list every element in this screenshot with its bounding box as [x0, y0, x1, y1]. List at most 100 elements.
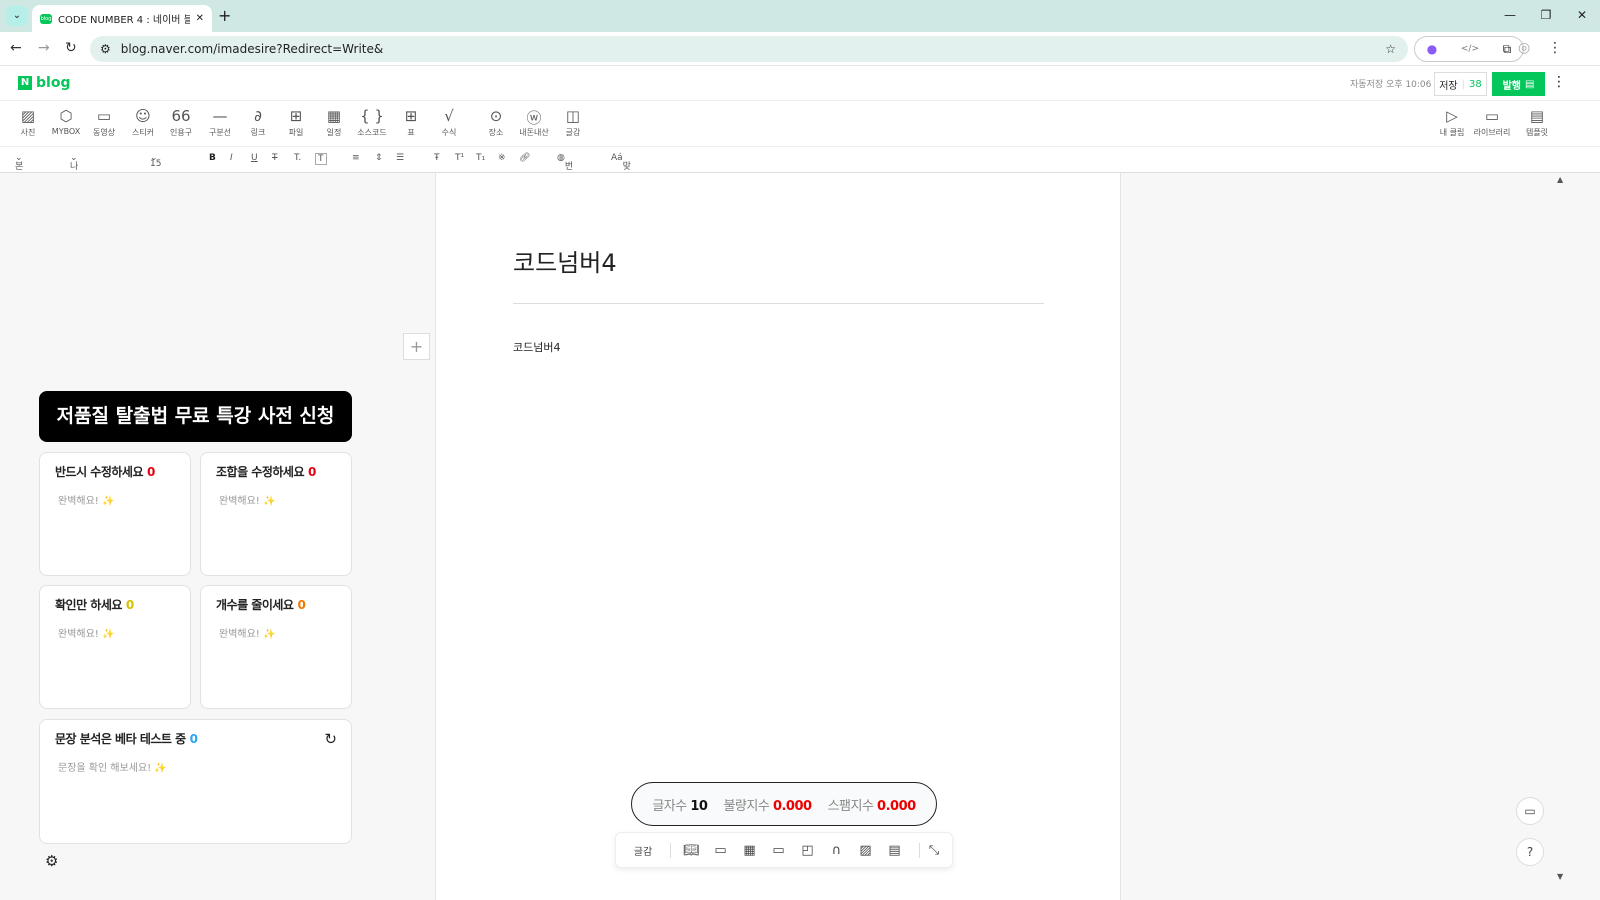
tool-9[interactable]: { } 소스코드 — [352, 107, 392, 138]
tool-5[interactable]: — 구분선 — [200, 107, 240, 138]
special-char-button[interactable]: ※ — [498, 153, 506, 163]
post-body-paragraph[interactable]: 코드넘버4 — [513, 339, 560, 355]
link-button[interactable]: 🔗︎ — [519, 153, 530, 163]
tab-search-button[interactable]: ⌄ — [6, 6, 28, 26]
url-text: blog.naver.com/imadesire?Redirect=Write& — [120, 42, 384, 56]
tool-label: MYBOX — [51, 127, 81, 136]
headphones-icon[interactable]: ∩ — [822, 843, 851, 858]
letter-spacing-button[interactable]: Ŧ — [434, 153, 440, 163]
refresh-icon[interactable]: ↻ — [324, 730, 337, 748]
tool-label: 사진 — [20, 128, 36, 137]
movie-icon[interactable]: ▦ — [735, 843, 764, 858]
extension-icon[interactable]: ● — [1427, 42, 1437, 56]
back-button[interactable]: ← — [10, 40, 22, 56]
forward-button[interactable]: → — [38, 40, 50, 56]
collapse-icon[interactable]: ⤡ — [919, 842, 948, 858]
tv-icon[interactable]: ▭ — [764, 843, 793, 858]
tool-12[interactable]: ⊙ 장소 — [476, 107, 516, 138]
bookmark-star-icon[interactable]: ☆ — [1385, 42, 1396, 56]
preview-monitor-button[interactable]: ▭ — [1516, 797, 1544, 825]
browser-menu-icon[interactable]: ⋮ — [1548, 40, 1562, 56]
ticket-icon[interactable]: ▭ — [706, 843, 735, 858]
underline-button[interactable]: U — [251, 153, 258, 163]
tool-icon: ⬡ — [59, 107, 73, 125]
analysis-card[interactable]: 문장 분석은 베타 테스트 중 0 문장을 확인 해보세요! ✨ ↻ — [39, 719, 352, 844]
paragraph-style-select[interactable]: 본문 ⌄ — [15, 153, 23, 185]
tool-label: 내돈내산 — [519, 128, 549, 137]
reload-button[interactable]: ↻ — [65, 40, 77, 56]
help-button[interactable]: ? — [1516, 838, 1544, 866]
publish-button[interactable]: 발행 ▤ — [1492, 72, 1545, 96]
italic-button[interactable]: I — [230, 153, 233, 163]
tool-icon: ☺ — [135, 107, 151, 125]
right-tool-icon: ▭ — [1484, 107, 1500, 125]
align-button[interactable]: ≡ — [352, 153, 360, 163]
close-tab-icon[interactable]: ✕ — [196, 13, 204, 24]
scroll-up-arrow[interactable]: ▲ — [1557, 175, 1563, 184]
url-bar[interactable]: ⚙ blog.naver.com/imadesire?Redirect=Writ… — [90, 36, 1408, 62]
add-component-button[interactable]: + — [403, 333, 430, 360]
bold-button[interactable]: B — [209, 153, 216, 163]
more-menu-icon[interactable]: ⋮ — [1552, 74, 1566, 90]
bad-index-label: 불량지수 — [723, 798, 770, 814]
right-tool-1[interactable]: ▭ 라이브러리 — [1470, 107, 1514, 138]
tool-icon: ⓦ — [526, 109, 542, 127]
tool-13[interactable]: ⓦ 내돈내산 — [514, 107, 554, 138]
background-color-button[interactable]: T — [315, 153, 327, 165]
save-button[interactable]: 저장 | 38 — [1434, 72, 1487, 96]
publish-label: 발행 — [1502, 80, 1521, 92]
right-tool-0[interactable]: ▷ 내 클립 — [1430, 107, 1474, 138]
site-info-icon[interactable]: ⚙ — [100, 42, 111, 56]
font-color-button[interactable]: T. — [294, 153, 301, 163]
card-title: 조합을 수정하세요 0 — [216, 463, 336, 480]
post-title[interactable]: 코드넘버4 — [513, 243, 617, 278]
restore-button[interactable]: ❐ — [1528, 0, 1564, 30]
spellcheck-button[interactable]: Aá 맞춤법 — [611, 153, 631, 198]
tool-3[interactable]: ☺ 스티커 — [123, 107, 163, 138]
subscript-button[interactable]: T₁ — [476, 153, 485, 163]
puzzle-extensions-icon[interactable]: ⧉ — [1503, 42, 1512, 57]
news-icon[interactable]: ▤ — [880, 843, 909, 858]
image-icon[interactable]: ▨ — [851, 843, 880, 858]
tool-11[interactable]: √ 수식 — [429, 107, 469, 138]
close-window-button[interactable]: ✕ — [1564, 0, 1600, 30]
code-extension-icon[interactable]: </> — [1461, 44, 1479, 54]
tool-2[interactable]: ▭ 동영상 — [84, 107, 124, 138]
tool-0[interactable]: ▨ 사진 — [8, 107, 48, 138]
tool-4[interactable]: 66 인용구 — [161, 107, 201, 138]
tool-7[interactable]: ⊞ 파일 — [276, 107, 316, 138]
card-title: 확인만 하세요 0 — [55, 596, 175, 613]
scroll-down-arrow[interactable]: ▼ — [1557, 872, 1563, 881]
book-icon[interactable]: 📖︎ — [677, 843, 706, 858]
list-button[interactable]: ☰ — [396, 153, 404, 163]
tool-6[interactable]: ∂ 링크 — [238, 107, 278, 138]
minimize-button[interactable]: — — [1492, 0, 1528, 30]
naver-blog-logo[interactable]: Nblog — [18, 75, 70, 91]
tool-1[interactable]: ⬡ MYBOX — [46, 107, 86, 136]
superscript-button[interactable]: T¹ — [455, 153, 464, 163]
right-tool-label: 내 클립 — [1439, 128, 1465, 137]
strikethrough-button[interactable]: T — [272, 153, 278, 163]
analysis-card[interactable]: 개수를 줄이세요 0 완벽해요! ✨ — [200, 585, 352, 709]
tool-8[interactable]: ▦ 일정 — [314, 107, 354, 138]
save-count[interactable]: 38 — [1469, 79, 1482, 90]
lecture-banner[interactable]: 저품질 탈출법 무료 특강 사전 신청 — [39, 391, 352, 442]
translate-button[interactable]: ◍ 번역 — [557, 153, 573, 185]
analysis-card[interactable]: 확인만 하세요 0 완벽해요! ✨ — [39, 585, 191, 709]
right-tool-2[interactable]: ▤ 템플릿 — [1515, 107, 1559, 138]
analysis-card[interactable]: 조합을 수정하세요 0 완벽해요! ✨ — [200, 452, 352, 576]
analysis-card[interactable]: 반드시 수정하세요 0 완벽해요! ✨ — [39, 452, 191, 576]
shopping-bag-icon[interactable]: ◰ — [793, 843, 822, 858]
tool-icon: ◫ — [565, 107, 581, 125]
font-select[interactable]: 나눔스퀘어 ⌄ — [70, 153, 78, 224]
line-height-button[interactable]: ⇕ — [375, 153, 383, 163]
new-tab-button[interactable]: + — [218, 6, 231, 25]
settings-gear-icon[interactable]: ⚙ — [45, 852, 58, 870]
profile-icon[interactable]: ◎ — [1518, 40, 1530, 56]
address-bar-row: ← → ↻ ⚙ blog.naver.com/imadesire?Redirec… — [0, 32, 1600, 66]
browser-tab[interactable]: blog CODE NUMBER 4 : 네이버 블로그 ✕ — [32, 5, 212, 32]
tool-14[interactable]: ◫ 글감 — [553, 107, 593, 138]
tool-label: 장소 — [488, 128, 504, 137]
tool-10[interactable]: ⊞ 표 — [391, 107, 431, 138]
font-size-select[interactable]: 15 ⌄ — [150, 153, 161, 169]
